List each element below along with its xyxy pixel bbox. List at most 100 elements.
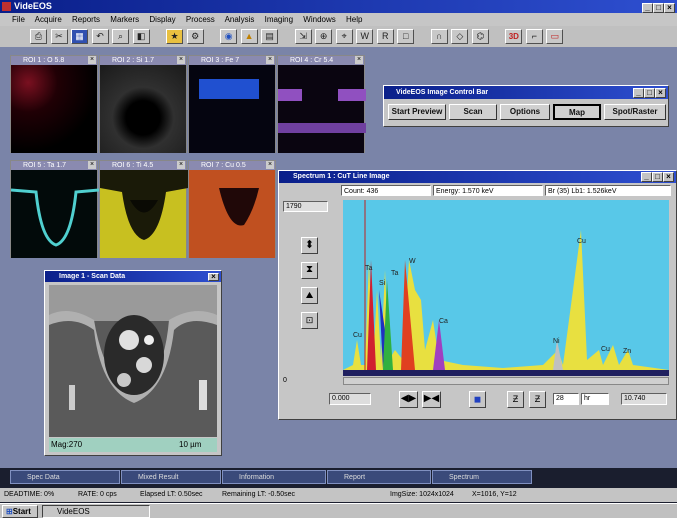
map-thumbnail[interactable]: ROI 5 : Ta 1.7 ×	[10, 160, 100, 258]
mag-label: Mag:270	[51, 440, 83, 449]
peak-label: Zn	[623, 348, 632, 355]
close-icon[interactable]: ×	[266, 56, 274, 64]
minimize-button[interactable]: _	[633, 88, 644, 98]
options-button[interactable]: Options	[500, 104, 550, 120]
x-max-field[interactable]: 10.740	[621, 393, 667, 405]
maximize-button[interactable]: □	[653, 3, 664, 13]
close-icon[interactable]: ×	[88, 161, 96, 169]
map-thumbnail[interactable]: ROI 7 : Cu 0.5 ×	[188, 160, 276, 258]
cursor-icon[interactable]: ⌐	[525, 29, 543, 44]
close-icon[interactable]: ×	[88, 56, 96, 64]
cut-icon[interactable]: ✂	[50, 29, 68, 44]
zoom-vertical-icon[interactable]: ⬍	[301, 237, 318, 254]
list-icon[interactable]: ▤	[261, 29, 279, 44]
star-icon[interactable]: ★	[166, 29, 184, 44]
minimized-window[interactable]: Spectrum	[432, 470, 532, 484]
menu-item-markers[interactable]: Markers	[110, 15, 139, 24]
resize-icon[interactable]: ⇲	[294, 29, 312, 44]
close-icon[interactable]: ×	[266, 161, 274, 169]
menu-item-analysis[interactable]: Analysis	[225, 15, 255, 24]
range-value-field[interactable]: 28	[553, 393, 579, 405]
r-icon[interactable]: R	[376, 29, 394, 44]
zoom-out-x-icon[interactable]: Ƶ	[529, 391, 546, 408]
energy-readout: Energy: 1.570 keV	[433, 185, 543, 196]
settings-icon[interactable]: ⚙	[186, 29, 204, 44]
close-button[interactable]: ×	[208, 273, 219, 281]
grid-icon[interactable]: ▦	[71, 29, 89, 44]
minimized-window[interactable]: Spec Data	[10, 470, 120, 484]
close-button[interactable]: ×	[663, 172, 674, 182]
zoom-in-x-icon[interactable]: Ƶ	[507, 391, 524, 408]
menu-item-help[interactable]: Help	[346, 15, 362, 24]
map-thumbnail[interactable]: ROI 3 : Fe 7 ×	[188, 55, 276, 153]
rect-icon[interactable]: □	[397, 29, 415, 44]
taskbar-app-button[interactable]: VideEOS	[42, 505, 150, 518]
start-button[interactable]: ⊞Start	[2, 505, 38, 518]
close-icon[interactable]: ×	[177, 161, 185, 169]
spectrum-title: Spectrum 1 : CuT Line Image	[293, 173, 390, 180]
crosshair-icon[interactable]: ⌖	[335, 29, 353, 44]
peak-id-icon[interactable]: ⛰	[301, 287, 318, 304]
app-icon	[2, 2, 11, 11]
menu-bar: File Acquire Reports Markers Display Pro…	[0, 13, 677, 26]
globe-icon[interactable]: ◉	[220, 29, 238, 44]
scan-button[interactable]: Scan	[449, 104, 497, 120]
expand-horizontal-icon[interactable]: ◀▶	[399, 391, 418, 408]
spectrum-info-bar: Count: 436 Energy: 1.570 keV Br (35) Lb1…	[341, 185, 671, 196]
diamond-icon[interactable]: ◇	[451, 29, 469, 44]
app-title: VideEOS	[14, 1, 52, 11]
close-icon[interactable]: ×	[177, 56, 185, 64]
scale-icon[interactable]: ⊡	[301, 312, 318, 329]
minimize-button[interactable]: _	[642, 3, 653, 13]
x-min-field[interactable]: 0.000	[329, 393, 371, 405]
spectrum-scrollbar[interactable]	[343, 377, 669, 385]
menu-item-imaging[interactable]: Imaging	[265, 15, 293, 24]
spectrum-mode-icon[interactable]: ◼	[469, 391, 486, 408]
close-button[interactable]: ×	[655, 88, 666, 98]
elapsed-status: Elapsed LT: 0.50sec	[140, 491, 203, 498]
range-unit-field[interactable]: hr	[581, 393, 609, 405]
minimized-window[interactable]: Report	[327, 470, 431, 484]
menu-item-display[interactable]: Display	[149, 15, 175, 24]
zoom-icon[interactable]: ⌕	[112, 29, 130, 44]
map-thumbnail[interactable]: ROI 2 : Si 1.7 ×	[99, 55, 187, 153]
line-readout: Br (35) Lb1: 1.526keV	[545, 185, 671, 196]
peak-label: Cu	[601, 346, 610, 353]
start-preview-button[interactable]: Start Preview	[388, 104, 446, 120]
print-icon[interactable]: ⎙	[30, 29, 47, 44]
molecule-icon[interactable]: ⌬	[471, 29, 489, 44]
close-button[interactable]: ×	[664, 3, 675, 13]
maximize-button[interactable]: □	[652, 172, 663, 182]
map-thumbnail[interactable]: ROI 4 : Cr 5.4 ×	[277, 55, 366, 153]
zoom-in-icon[interactable]: ⊕	[315, 29, 333, 44]
map-thumbnail[interactable]: ROI 6 : Ti 4.5 ×	[99, 160, 188, 258]
arc-icon[interactable]: ∩	[430, 29, 448, 44]
spectrum-plot[interactable]: Cu Si Ta Ta W Ca Cu Ni Cu Zn	[343, 200, 669, 376]
map-thumbnail[interactable]: ROI 1 : O 5.8 ×	[10, 55, 98, 153]
status-bar: DEADTIME: 0% RATE: 0 cps Elapsed LT: 0.5…	[0, 488, 677, 502]
peak-label: Ca	[439, 318, 448, 325]
maximize-button[interactable]: □	[644, 88, 655, 98]
close-icon[interactable]: ×	[355, 56, 363, 64]
minimized-window[interactable]: Mixed Result	[121, 470, 221, 484]
y-min-label: 0	[283, 377, 287, 384]
compress-horizontal-icon[interactable]: ▶◀	[422, 391, 441, 408]
menu-item-acquire[interactable]: Acquire	[35, 15, 62, 24]
toolbar: ⎙ ✂ ▦ ↶ ⌕ ◧ ★ ⚙ ◉ ▲ ▤ ⇲ ⊕ ⌖ W R □ ∩ ◇ ⌬ …	[0, 26, 677, 47]
map-button[interactable]: Map	[553, 104, 601, 120]
windows-logo-icon: ⊞	[6, 507, 13, 516]
minimized-window[interactable]: Information	[222, 470, 326, 484]
menu-item-reports[interactable]: Reports	[72, 15, 100, 24]
undo-icon[interactable]: ↶	[91, 29, 109, 44]
menu-item-process[interactable]: Process	[186, 15, 215, 24]
3d-icon[interactable]: 3D	[505, 29, 523, 44]
menu-item-file[interactable]: File	[12, 15, 25, 24]
contrast-icon[interactable]: ◧	[132, 29, 150, 44]
menu-item-windows[interactable]: Windows	[303, 15, 335, 24]
spot-raster-button[interactable]: Spot/Raster	[604, 104, 666, 120]
compress-vertical-icon[interactable]: ⧗	[301, 262, 318, 279]
minimize-button[interactable]: _	[641, 172, 652, 182]
w-icon[interactable]: W	[356, 29, 374, 44]
peak-icon[interactable]: ▲	[240, 29, 258, 44]
window-icon[interactable]: ▭	[546, 29, 564, 44]
